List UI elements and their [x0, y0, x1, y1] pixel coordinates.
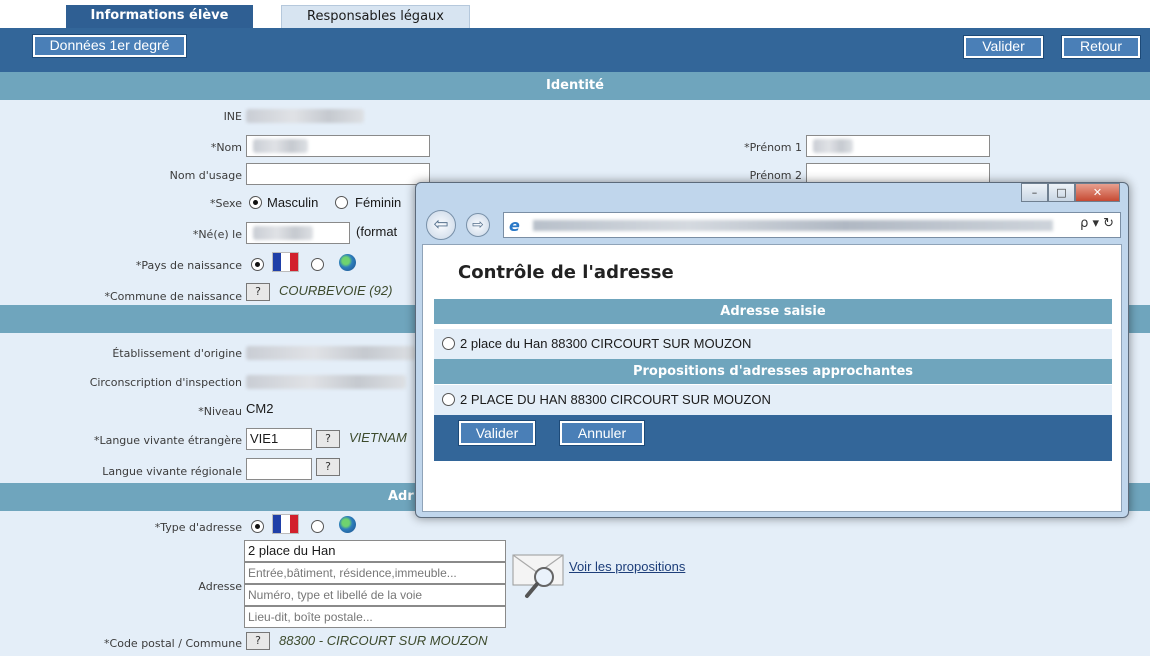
retour-button[interactable]: Retour: [1061, 35, 1141, 59]
lve-help-button[interactable]: ?: [316, 430, 340, 448]
adresse-saisie-radio[interactable]: [442, 337, 455, 350]
tab-bar: Informations élève Responsables légaux: [0, 0, 1150, 28]
circonscription-label: Circonscription d'inspection: [89, 376, 242, 389]
prenom1-input[interactable]: [806, 135, 990, 157]
back-arrow-icon[interactable]: ⇦: [426, 210, 456, 240]
france-flag-icon: [272, 252, 299, 272]
prenom1-label: *Prénom 1: [744, 141, 802, 154]
pays-etranger-radio[interactable]: [311, 258, 324, 271]
lvr-help-button[interactable]: ?: [316, 458, 340, 476]
section-adresse-title: Adr: [388, 489, 414, 504]
popup-footer: Valider Annuler: [434, 415, 1112, 461]
date-naissance-input[interactable]: [246, 222, 350, 244]
sexe-masculin-label: Masculin: [267, 195, 319, 210]
sexe-feminin-label: Féminin: [355, 195, 402, 210]
nom-input[interactable]: [246, 135, 430, 157]
url-redacted: [533, 220, 1053, 231]
sexe-feminin-radio[interactable]: [335, 196, 348, 209]
voir-propositions-icon[interactable]: [511, 551, 566, 599]
popup-valider-button[interactable]: Valider: [458, 420, 536, 446]
niveau-value: CM2: [246, 401, 274, 416]
commune-naissance-value: COURBEVOIE (92): [279, 283, 393, 298]
adresse-line1-input[interactable]: 2 place du Han: [244, 540, 506, 562]
globe-icon: [339, 516, 356, 533]
popup-content: Contrôle de l'adresse Adresse saisie 2 p…: [422, 244, 1122, 512]
etablissement-value-redacted: [246, 346, 416, 360]
adresse-line4-input[interactable]: Lieu-dit, boîte postale...: [244, 606, 506, 628]
pays-naissance-label: *Pays de naissance: [135, 259, 242, 272]
voir-propositions-link[interactable]: Voir les propositions: [569, 559, 685, 574]
proposition-row[interactable]: 2 PLACE DU HAN 88300 CIRCOURT SUR MOUZON: [434, 385, 1112, 415]
lvr-input[interactable]: [246, 458, 312, 480]
france-flag-icon: [272, 514, 299, 534]
sexe-masculin-radio[interactable]: [249, 196, 262, 209]
nom-label: *Nom: [210, 141, 242, 154]
valider-button[interactable]: Valider: [963, 35, 1044, 59]
donnees-1er-degre-button[interactable]: Données 1er degré: [32, 34, 187, 58]
adresse-label: Adresse: [198, 580, 242, 593]
forward-arrow-icon[interactable]: ⇨: [466, 213, 490, 237]
lve-name-value: VIETNAM: [349, 430, 407, 445]
address-control-popup: – □ ✕ ⇦ ⇨ e ρ ▾ ↻ Contrôle de l'adresse …: [415, 182, 1129, 518]
window-controls: – □ ✕: [1021, 183, 1120, 202]
type-adresse-france-radio[interactable]: [251, 520, 264, 533]
etablissement-label: Établissement d'origine: [112, 347, 242, 360]
ne-le-label: *Né(e) le: [192, 228, 242, 241]
search-refresh-icons[interactable]: ρ ▾ ↻: [1080, 216, 1114, 231]
nom-value-redacted: [253, 139, 308, 153]
lve-label: *Langue vivante étrangère: [93, 434, 242, 447]
type-adresse-label: *Type d'adresse: [154, 521, 242, 534]
tab-responsables-legaux[interactable]: Responsables légaux: [281, 5, 470, 28]
sexe-label: *Sexe: [210, 197, 242, 210]
adresse-saisie-row[interactable]: 2 place du Han 88300 CIRCOURT SUR MOUZON: [434, 329, 1112, 359]
nom-usage-label: Nom d'usage: [169, 169, 242, 182]
browser-address-bar[interactable]: e ρ ▾ ↻: [503, 212, 1121, 238]
minimize-icon[interactable]: –: [1021, 183, 1048, 202]
adresse-saisie-value: 2 place du Han 88300 CIRCOURT SUR MOUZON: [460, 336, 752, 351]
popup-title: Contrôle de l'adresse: [458, 262, 674, 283]
close-icon[interactable]: ✕: [1075, 183, 1120, 202]
prenom1-value-redacted: [813, 139, 853, 153]
commune-help-button[interactable]: ?: [246, 283, 270, 301]
type-adresse-etranger-radio[interactable]: [311, 520, 324, 533]
adresse-line2-input[interactable]: Entrée,bâtiment, résidence,immeuble...: [244, 562, 506, 584]
lvr-label: Langue vivante régionale: [102, 465, 242, 478]
proposition-value: 2 PLACE DU HAN 88300 CIRCOURT SUR MOUZON: [460, 392, 771, 407]
code-postal-help-button[interactable]: ?: [246, 632, 270, 650]
adresse-line3-input[interactable]: Numéro, type et libellé de la voie: [244, 584, 506, 606]
adresse-saisie-header: Adresse saisie: [434, 299, 1112, 324]
lve-input[interactable]: VIE1: [246, 428, 312, 450]
proposition-radio[interactable]: [442, 393, 455, 406]
nom-usage-input[interactable]: [246, 163, 430, 185]
propositions-header: Propositions d'adresses approchantes: [434, 359, 1112, 384]
ine-value-redacted: [246, 109, 364, 123]
format-hint: (format: [356, 224, 398, 239]
pays-france-radio[interactable]: [251, 258, 264, 271]
code-postal-value: 88300 - CIRCOURT SUR MOUZON: [279, 633, 488, 648]
popup-annuler-button[interactable]: Annuler: [559, 420, 645, 446]
prenom2-label: Prénom 2: [749, 169, 802, 182]
top-toolbar: Données 1er degré Valider Retour: [0, 28, 1150, 72]
ie-logo-icon: e: [509, 216, 520, 235]
circonscription-value-redacted: [246, 375, 406, 389]
code-postal-label: *Code postal / Commune: [104, 637, 242, 650]
section-identite-header: Identité: [0, 72, 1150, 100]
maximize-icon[interactable]: □: [1048, 183, 1075, 202]
ine-label: INE: [223, 110, 242, 123]
date-value-redacted: [253, 226, 313, 240]
commune-naissance-label: *Commune de naissance: [104, 290, 242, 303]
globe-icon: [339, 254, 356, 271]
niveau-label: *Niveau: [198, 405, 242, 418]
tab-informations-eleve[interactable]: Informations élève: [66, 5, 253, 28]
